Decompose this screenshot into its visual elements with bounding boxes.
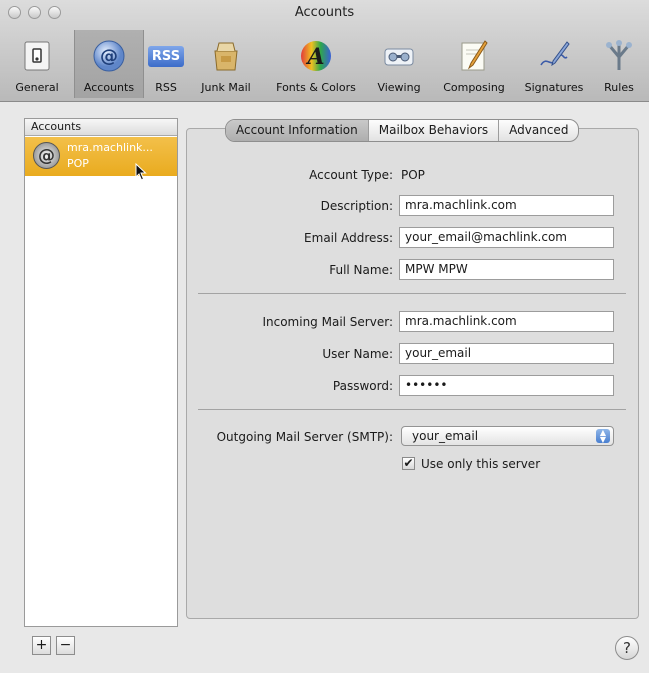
user-name-field[interactable]: your_email — [399, 343, 614, 364]
toolbar-label: Rules — [604, 81, 634, 94]
toolbar-label: Fonts & Colors — [276, 81, 356, 94]
signature-pen-icon — [537, 39, 571, 73]
smtp-server-select[interactable]: your_email ▲ ▼ — [401, 426, 614, 446]
add-account-button[interactable]: + — [32, 636, 51, 655]
mouse-pointer-icon — [135, 162, 147, 184]
incoming-server-field[interactable]: mra.machlink.com — [399, 311, 614, 332]
toolbar-junk-mail[interactable]: Junk Mail — [190, 30, 262, 98]
rss-icon: RSS — [147, 39, 185, 73]
account-type-label: Account Type: — [309, 168, 393, 182]
junk-mail-icon — [209, 39, 243, 73]
toolbar-rules[interactable]: Rules — [592, 30, 646, 98]
tab-mailbox-behaviors[interactable]: Mailbox Behaviors — [367, 120, 498, 141]
account-type: POP — [67, 157, 89, 170]
email-address-label: Email Address: — [304, 231, 393, 245]
toolbar-label: Composing — [443, 81, 505, 94]
toolbar-general[interactable]: General — [0, 30, 74, 98]
rules-icon — [602, 39, 636, 73]
chevron-up-down-icon: ▲ ▼ — [596, 429, 610, 444]
accounts-list-header: Accounts — [25, 119, 177, 136]
toolbar-viewing[interactable]: Viewing — [368, 30, 430, 98]
toolbar: Accounts General @ Accounts RSS RSS Junk… — [0, 0, 649, 102]
pencil-icon — [457, 39, 491, 73]
account-type-value: POP — [401, 168, 425, 182]
mail-preferences-window: Accounts General @ Accounts RSS RSS Junk… — [0, 0, 649, 673]
user-name-label: User Name: — [322, 347, 393, 361]
toolbar-label: Junk Mail — [201, 81, 251, 94]
section-divider — [198, 409, 626, 410]
description-label: Description: — [320, 199, 393, 213]
switch-icon — [20, 39, 54, 73]
toolbar-label: General — [15, 81, 59, 94]
section-divider — [198, 293, 626, 294]
toolbar-rss[interactable]: RSS RSS — [144, 30, 188, 98]
help-button[interactable]: ? — [615, 636, 639, 660]
toolbar-label: Signatures — [524, 81, 584, 94]
smtp-server-value: your_email — [412, 429, 479, 443]
description-field[interactable]: mra.machlink.com — [399, 195, 614, 216]
password-label: Password: — [332, 379, 393, 393]
at-sign-icon: @ — [33, 142, 60, 169]
toolbar-label: RSS — [155, 81, 177, 94]
toolbar-fonts-colors[interactable]: A Fonts & Colors — [264, 30, 368, 98]
tab-account-information[interactable]: Account Information — [226, 120, 368, 141]
svg-text:@: @ — [100, 46, 118, 67]
use-only-server-checkbox[interactable]: ✔ — [402, 457, 415, 470]
window-title: Accounts — [294, 5, 355, 20]
at-sign-icon: @ — [92, 39, 126, 73]
accounts-list: Accounts @ mra.machlink... POP — [24, 118, 178, 627]
svg-text:A: A — [305, 44, 324, 70]
viewing-icon — [382, 39, 416, 73]
toolbar-accounts[interactable]: @ Accounts — [74, 30, 144, 98]
smtp-server-label: Outgoing Mail Server (SMTP): — [216, 430, 393, 444]
account-row[interactable]: @ mra.machlink... POP — [25, 137, 177, 176]
toolbar-composing[interactable]: Composing — [432, 30, 516, 98]
use-only-server-label: Use only this server — [421, 457, 541, 471]
toolbar-label: Viewing — [377, 81, 421, 94]
password-field[interactable]: •••••• — [399, 375, 614, 396]
email-address-field[interactable]: your_email@machlink.com — [399, 227, 614, 248]
settings-tabs: Account Information Mailbox Behaviors Ad… — [225, 119, 580, 142]
account-name: mra.machlink... — [67, 141, 153, 154]
full-name-field[interactable]: MPW MPW — [399, 259, 614, 280]
font-color-icon: A — [299, 39, 333, 73]
full-name-label: Full Name: — [329, 263, 393, 277]
toolbar-signatures[interactable]: Signatures — [516, 30, 592, 98]
incoming-server-label: Incoming Mail Server: — [262, 315, 393, 329]
toolbar-label: Accounts — [83, 81, 135, 94]
tab-advanced[interactable]: Advanced — [498, 120, 578, 141]
remove-account-button[interactable]: − — [56, 636, 75, 655]
